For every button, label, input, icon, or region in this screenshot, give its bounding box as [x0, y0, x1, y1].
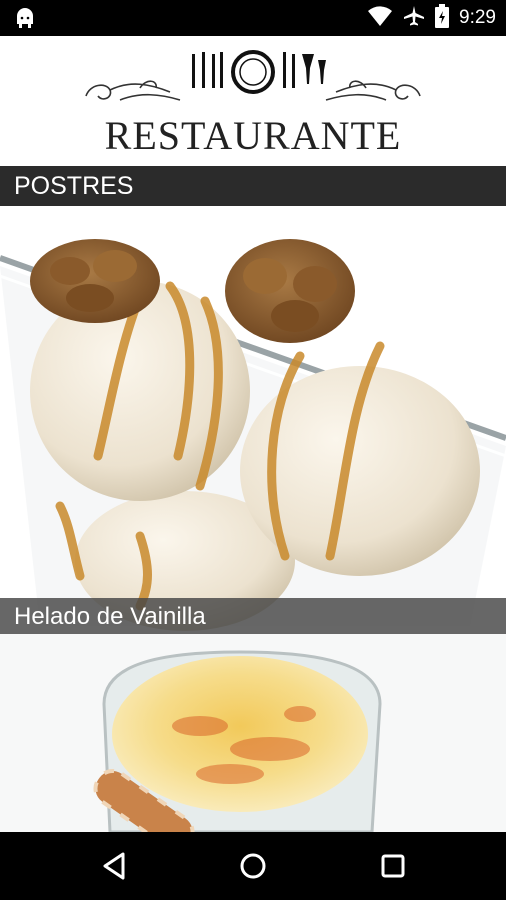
navigation-bar — [0, 832, 506, 900]
back-icon — [103, 852, 125, 880]
android-icon — [14, 6, 36, 35]
home-icon — [240, 853, 266, 879]
back-button[interactable] — [95, 846, 135, 886]
vanilla-ice-cream-photo — [0, 206, 506, 634]
section-title: POSTRES — [14, 172, 134, 200]
status-time: 9:29 — [459, 7, 496, 28]
recents-icon — [381, 854, 405, 878]
custard-dessert-photo — [0, 634, 506, 832]
dish-name: Helado de Vainilla — [14, 603, 206, 630]
dish-caption: Helado de Vainilla — [0, 598, 506, 634]
dish-card[interactable]: Helado de Vainilla — [0, 206, 506, 634]
logo-text: RESTAURANTE — [104, 113, 402, 158]
wifi-icon — [367, 5, 393, 32]
recents-button[interactable] — [373, 846, 413, 886]
app-header: RESTAURANTE — [0, 36, 506, 166]
section-header: POSTRES — [0, 166, 506, 206]
restaurant-logo-icon — [85, 50, 421, 101]
battery-icon — [435, 3, 450, 33]
status-bar: 9:29 — [0, 0, 506, 36]
airplane-icon — [403, 5, 425, 32]
home-button[interactable] — [233, 846, 273, 886]
dish-card[interactable] — [0, 634, 506, 832]
